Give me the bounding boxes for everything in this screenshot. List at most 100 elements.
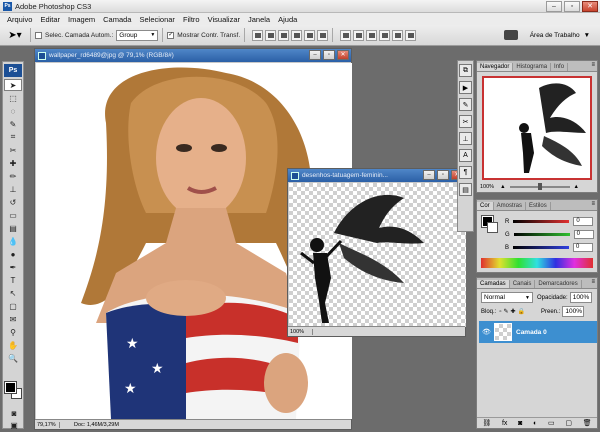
panel-menu-icon[interactable]: ≡: [591, 279, 595, 285]
clone-stamp-icon[interactable]: ⊥: [4, 183, 22, 195]
opacity-input[interactable]: 100%: [569, 292, 592, 303]
zoom-out-icon[interactable]: ▲: [500, 184, 505, 190]
navigator-preview[interactable]: [482, 76, 592, 180]
auto-select-check-box[interactable]: [35, 31, 42, 39]
character-panel-icon[interactable]: A: [459, 149, 472, 162]
layer-row[interactable]: 👁 Camada 0: [479, 321, 597, 343]
blend-mode-dropdown[interactable]: Normal ▼: [481, 292, 533, 303]
workspace-label[interactable]: Área de Trabalho: [530, 32, 580, 39]
healing-brush-icon[interactable]: ✚: [4, 157, 22, 169]
doc-size-info[interactable]: Doc: 1,46M/3,29M: [60, 422, 119, 428]
quick-select-tool-icon[interactable]: ✎: [4, 118, 22, 130]
adjustment-layer-icon[interactable]: ◐: [533, 420, 537, 427]
gradient-tool-icon[interactable]: ▤: [4, 222, 22, 234]
zoom-in-icon[interactable]: ▲: [574, 184, 579, 190]
menu-visualizar[interactable]: Visualizar: [204, 15, 244, 24]
lasso-tool-icon[interactable]: ◌: [4, 105, 22, 117]
marquee-tool-icon[interactable]: ⬚: [4, 92, 22, 104]
tab-histogram[interactable]: Histograma: [513, 63, 552, 71]
layer-style-icon[interactable]: fx: [502, 420, 507, 427]
layer-comps-icon[interactable]: ▤: [459, 183, 472, 196]
auto-select-checkbox[interactable]: Selec. Camada Autom.:: [35, 31, 113, 39]
trash-icon[interactable]: 🗑: [583, 419, 592, 427]
layer-name[interactable]: Camada 0: [516, 329, 547, 336]
menu-filtro[interactable]: Filtro: [179, 15, 204, 24]
menu-janela[interactable]: Janela: [244, 15, 274, 24]
align-right-icon[interactable]: [317, 29, 329, 41]
crop-tool-icon[interactable]: ⌗: [4, 131, 22, 143]
doc-minimize-button[interactable]: –: [423, 170, 435, 180]
tab-color[interactable]: Cor: [477, 202, 494, 210]
zoom-level[interactable]: 79,17%: [35, 421, 60, 428]
navigator-zoom-slider[interactable]: [509, 183, 570, 190]
new-group-icon[interactable]: ▭: [548, 419, 555, 427]
paragraph-panel-icon[interactable]: ¶: [459, 166, 472, 179]
slice-tool-icon[interactable]: ✂: [4, 144, 22, 156]
tab-channels[interactable]: Canais: [510, 280, 536, 288]
tab-styles[interactable]: Estilos: [526, 202, 551, 210]
pen-tool-icon[interactable]: ✒: [4, 261, 22, 273]
type-tool-icon[interactable]: T: [4, 274, 22, 286]
show-transform-check-box[interactable]: ✓: [167, 31, 175, 39]
foreground-color-swatch[interactable]: [4, 381, 17, 394]
lock-icons[interactable]: ▫✎✚🔒: [499, 308, 527, 315]
align-left-icon[interactable]: [291, 29, 303, 41]
tab-swatches[interactable]: Amostras: [494, 202, 527, 210]
zoom-tool-icon[interactable]: 🔍: [4, 352, 22, 364]
distribute-left-icon[interactable]: [379, 29, 391, 41]
eyedropper-tool-icon[interactable]: ⚲: [4, 326, 22, 338]
distribute-top-icon[interactable]: [340, 29, 352, 41]
tab-navigator[interactable]: Navegador: [477, 63, 514, 71]
zoom-level[interactable]: 100%: [288, 328, 313, 335]
minimize-button[interactable]: –: [546, 1, 562, 12]
document-window-fairy[interactable]: desenhos-tatuagem-feminin... – ▫ ✕ 100%: [287, 168, 466, 337]
green-value[interactable]: 0: [573, 230, 594, 239]
red-value[interactable]: 0: [573, 217, 594, 226]
history-panel-icon[interactable]: ⧉: [459, 64, 472, 77]
tab-paths[interactable]: Demarcadores: [535, 280, 582, 288]
layer-mask-icon[interactable]: ◙: [518, 420, 522, 427]
shape-tool-icon[interactable]: ▢: [4, 300, 22, 312]
doc-close-button[interactable]: ✕: [337, 50, 349, 60]
close-button[interactable]: ✕: [582, 1, 598, 12]
tab-layers[interactable]: Camadas: [477, 280, 510, 288]
align-hcenter-icon[interactable]: [304, 29, 316, 41]
color-bg-swatch[interactable]: [487, 222, 498, 233]
panel-menu-icon[interactable]: ≡: [591, 62, 595, 68]
maximize-button[interactable]: ▫: [564, 1, 580, 12]
blue-value[interactable]: 0: [573, 243, 594, 252]
chevron-down-icon[interactable]: ▼: [584, 32, 590, 39]
doc-maximize-button[interactable]: ▫: [437, 170, 449, 180]
show-transform-checkbox[interactable]: ✓ Mostrar Contr. Transf.: [167, 31, 240, 39]
color-spectrum[interactable]: [481, 258, 593, 268]
menu-camada[interactable]: Camada: [99, 15, 135, 24]
navigator-zoom-value[interactable]: 100%: [480, 184, 494, 190]
menu-arquivo[interactable]: Arquivo: [3, 15, 36, 24]
notes-tool-icon[interactable]: ✉: [4, 313, 22, 325]
blur-tool-icon[interactable]: 💧: [4, 235, 22, 247]
quick-mask-icon[interactable]: ◙: [5, 407, 23, 419]
fairy-canvas[interactable]: [289, 183, 466, 327]
fill-input[interactable]: 100%: [562, 306, 585, 317]
red-slider[interactable]: [513, 220, 570, 223]
menu-ajuda[interactable]: Ajuda: [274, 15, 301, 24]
menu-imagem[interactable]: Imagem: [64, 15, 99, 24]
screen-mode-icon[interactable]: ▣: [5, 419, 23, 431]
actions-panel-icon[interactable]: ▶: [459, 81, 472, 94]
distribute-vcenter-icon[interactable]: [353, 29, 365, 41]
new-layer-icon[interactable]: ▢: [565, 419, 572, 427]
history-brush-icon[interactable]: ↺: [4, 196, 22, 208]
brushes-panel-icon[interactable]: ✂: [459, 115, 472, 128]
hand-tool-icon[interactable]: ✋: [4, 339, 22, 351]
camera-icon[interactable]: [503, 30, 518, 40]
align-vcenter-icon[interactable]: [265, 29, 277, 41]
path-select-icon[interactable]: ↖: [4, 287, 22, 299]
move-tool-preset-icon[interactable]: ➤▾: [4, 28, 26, 43]
auto-select-dropdown[interactable]: Group ▼: [116, 29, 159, 41]
brush-tool-icon[interactable]: ✏: [4, 170, 22, 182]
eraser-tool-icon[interactable]: ▭: [4, 209, 22, 221]
dodge-tool-icon[interactable]: ●: [4, 248, 22, 260]
distribute-bottom-icon[interactable]: [366, 29, 378, 41]
blue-slider[interactable]: [513, 246, 570, 249]
align-bottom-icon[interactable]: [278, 29, 290, 41]
